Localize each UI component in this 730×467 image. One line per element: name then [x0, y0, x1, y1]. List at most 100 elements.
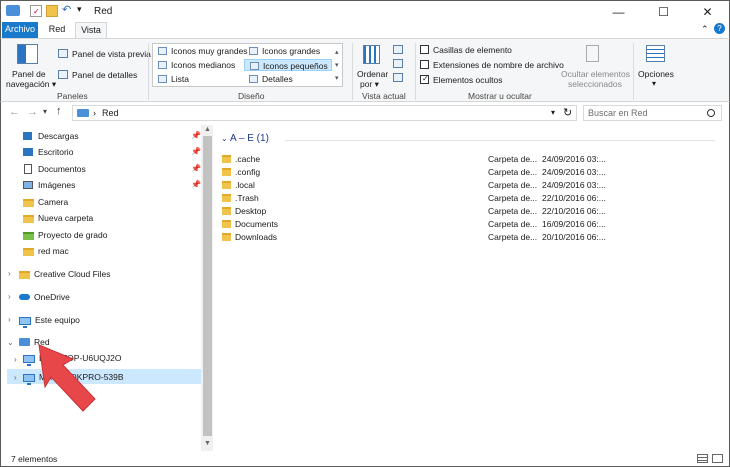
search-input[interactable]: Buscar en Red	[583, 105, 722, 121]
item-count: 7 elementos	[11, 454, 58, 464]
minimize-ribbon-icon[interactable]: ⌃	[701, 24, 709, 35]
address-bar[interactable]: › Red ▾ ↻	[72, 105, 577, 121]
sort-label-1: Ordenar	[357, 69, 389, 79]
tab-vista[interactable]: Vista	[75, 22, 107, 39]
address-row: ← → ▾ ↑ › Red ▾ ↻ Buscar en Red	[0, 102, 730, 125]
options-icon	[646, 45, 665, 62]
nav-item-documentos[interactable]: Documentos	[23, 162, 86, 176]
collapse-chevron-icon[interactable]: ⌄	[7, 338, 14, 347]
nav-item-descargas[interactable]: Descargas	[23, 129, 79, 143]
expand-chevron-icon[interactable]: ›	[14, 355, 17, 364]
close-button[interactable]: ✕	[685, 1, 730, 23]
breadcrumb-red[interactable]: Red	[102, 108, 119, 118]
nav-item-escritorio[interactable]: Escritorio	[23, 145, 73, 159]
navigation-pane: Descargas 📌 Escritorio 📌 Documentos 📌 Im…	[0, 125, 213, 451]
nav-item-nueva-carpeta[interactable]: Nueva carpeta	[23, 211, 93, 225]
layout-medium[interactable]: Iconos medianos	[153, 59, 235, 71]
sort-by-button[interactable]: Ordenar por ▾	[356, 42, 389, 89]
expand-chevron-icon[interactable]: ›	[8, 269, 11, 278]
pin-icon[interactable]: 📌	[191, 164, 201, 173]
sort-icon	[363, 45, 380, 64]
layout-small[interactable]: Iconos pequeños	[244, 59, 332, 71]
title-bar: ✓ ↶ ▾ Red — ☐ ✕	[0, 0, 730, 22]
group-header[interactable]: A – E (1)	[230, 133, 269, 144]
nav-item-onedrive[interactable]: OneDrive	[19, 290, 70, 304]
layout-list[interactable]: Lista	[153, 73, 189, 85]
nav-item-red-mac[interactable]: red mac	[23, 244, 69, 258]
hide-selected-button[interactable]: Ocultar elementos seleccionados	[557, 42, 630, 89]
scroll-down-icon[interactable]: ▼	[204, 440, 211, 447]
nav-item-creative-cloud[interactable]: Creative Cloud Files	[19, 267, 111, 281]
scroll-thumb[interactable]	[203, 136, 212, 436]
group-collapse-icon[interactable]: ⌄	[221, 134, 228, 143]
table-row[interactable]: .config Carpeta de... 24/09/2016 03:...	[222, 166, 606, 179]
tab-archivo[interactable]: Archivo	[2, 22, 38, 38]
nav-item-camera[interactable]: Camera	[23, 195, 68, 209]
expand-chevron-icon[interactable]: ›	[8, 315, 11, 324]
pin-icon[interactable]: 📌	[191, 147, 201, 156]
preview-pane-button[interactable]: Panel de vista previa	[72, 49, 151, 59]
network-icon	[77, 109, 89, 117]
table-row[interactable]: Documents Carpeta de... 16/09/2016 06:...	[222, 218, 606, 231]
table-row[interactable]: Downloads Carpeta de... 20/10/2016 06:...	[222, 231, 606, 244]
maximize-button[interactable]: ☐	[641, 1, 686, 23]
table-row[interactable]: Desktop Carpeta de... 22/10/2016 06:...	[222, 205, 606, 218]
customize-qat-icon[interactable]: ▾	[77, 4, 82, 15]
refresh-icon[interactable]: ↻	[563, 106, 572, 119]
minimize-button[interactable]: —	[596, 1, 641, 23]
preview-pane-icon	[58, 49, 68, 58]
undo-icon[interactable]: ↶	[62, 3, 71, 16]
details-pane-icon	[58, 70, 68, 79]
expand-chevron-icon[interactable]: ›	[8, 292, 11, 301]
scroll-up-icon[interactable]: ▲	[204, 126, 211, 133]
search-icon	[707, 109, 715, 117]
hide-selected-icon	[586, 45, 599, 62]
up-arrow-icon[interactable]: ↑	[56, 105, 62, 117]
layout-details[interactable]: Detalles	[244, 73, 293, 85]
nav-item-proyecto-de-grado[interactable]: Proyecto de grado	[23, 228, 107, 242]
nav-item-este-equipo[interactable]: Este equipo	[19, 313, 80, 328]
recent-locations-icon[interactable]: ▾	[43, 107, 47, 116]
ribbon: Panel de navegación ▾ Panel de vista pre…	[0, 38, 730, 102]
hidden-items-checkbox[interactable]: ✓	[420, 74, 429, 84]
help-icon[interactable]: ?	[714, 23, 725, 34]
size-columns-icon[interactable]	[393, 73, 403, 82]
large-icons-view-icon[interactable]	[712, 454, 723, 463]
expand-chevron-icon[interactable]: ›	[14, 373, 17, 382]
forward-arrow-icon[interactable]: →	[27, 106, 38, 118]
options-dropdown-icon: ▾	[652, 79, 657, 88]
details-pane-button[interactable]: Panel de detalles	[72, 70, 137, 80]
file-extensions-label: Extensiones de nombre de archivo	[433, 60, 564, 70]
pin-icon[interactable]: 📌	[191, 180, 201, 189]
table-row[interactable]: .local Carpeta de... 24/09/2016 03:...	[222, 179, 606, 192]
nav-pane-button[interactable]: Panel de navegación ▾	[5, 42, 56, 89]
pictures-icon	[23, 181, 33, 189]
layout-large[interactable]: Iconos grandes	[244, 45, 320, 57]
details-view-icon[interactable]	[697, 454, 708, 463]
options-button[interactable]: Opciones ▾	[637, 42, 675, 88]
new-folder-quick-icon[interactable]	[46, 5, 58, 17]
nav-item-imagenes[interactable]: Imágenes	[23, 178, 75, 192]
nav-pane-label-2: navegación ▾	[6, 79, 57, 89]
file-extensions-checkbox[interactable]	[420, 60, 429, 69]
address-dropdown-icon[interactable]: ▾	[551, 108, 555, 117]
nav-scrollbar[interactable]: ▲ ▼	[201, 125, 213, 451]
item-checkboxes-checkbox[interactable]	[420, 45, 429, 54]
layout-extra-large[interactable]: Iconos muy grandes	[153, 45, 248, 57]
pin-icon[interactable]: 📌	[191, 131, 201, 140]
properties-quick-icon[interactable]: ✓	[30, 5, 42, 17]
table-row[interactable]: .Trash Carpeta de... 22/10/2016 06:...	[222, 192, 606, 205]
folder-icon	[222, 181, 231, 189]
group-by-icon[interactable]	[393, 45, 403, 54]
folder-icon	[222, 233, 231, 241]
onedrive-cloud-icon	[19, 294, 30, 300]
search-placeholder: Buscar en Red	[588, 108, 648, 118]
gallery-scroll-icon[interactable]: ▴ ▾ ▾	[335, 46, 339, 85]
table-row[interactable]: .cache Carpeta de... 24/09/2016 03:...	[222, 153, 606, 166]
add-columns-icon[interactable]	[393, 59, 403, 68]
file-list: ⌄ A – E (1) .cache Carpeta de... 24/09/201…	[213, 125, 730, 451]
separator	[148, 43, 149, 100]
creative-cloud-folder-icon	[19, 270, 30, 279]
tab-red[interactable]: Red	[44, 22, 70, 38]
back-arrow-icon[interactable]: ←	[9, 106, 20, 118]
